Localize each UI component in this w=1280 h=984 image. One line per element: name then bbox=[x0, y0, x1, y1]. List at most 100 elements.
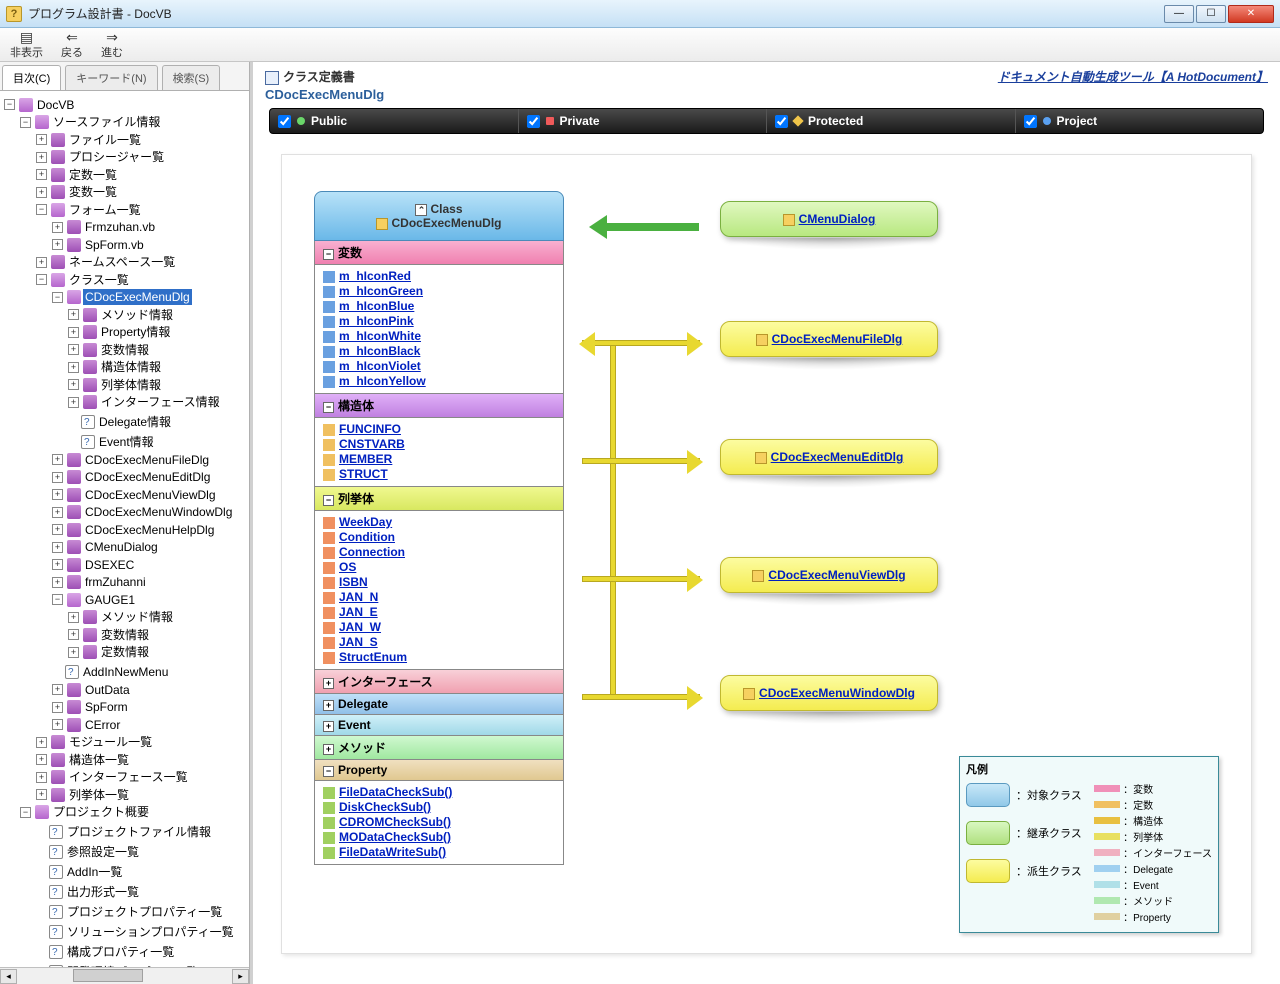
tree-struct-list[interactable]: +構造体一覧 bbox=[36, 752, 131, 768]
tree-spform[interactable]: +SpForm.vb bbox=[52, 237, 146, 253]
derived-class-link[interactable]: CDocExecMenuViewDlg bbox=[768, 568, 905, 582]
filter-public-checkbox[interactable] bbox=[278, 115, 291, 128]
member-link[interactable]: ISBN bbox=[323, 575, 555, 590]
member-link[interactable]: CNSTVARB bbox=[323, 437, 555, 452]
section-event-header[interactable]: +Event bbox=[314, 715, 564, 736]
tree-addin-list[interactable]: AddIn一覧 bbox=[36, 864, 124, 880]
member-link[interactable]: JAN_N bbox=[323, 590, 555, 605]
tree-module-list[interactable]: +モジュール一覧 bbox=[36, 734, 154, 750]
tree-output[interactable]: 出力形式一覧 bbox=[36, 884, 141, 900]
member-link[interactable]: DiskCheckSub() bbox=[323, 800, 555, 815]
scroll-right-button[interactable]: ▸ bbox=[232, 969, 249, 984]
section-iface-header[interactable]: +インターフェース bbox=[314, 670, 564, 694]
section-method-header[interactable]: +メソッド bbox=[314, 736, 564, 760]
member-link[interactable]: m_hIconBlack bbox=[323, 344, 555, 359]
sidebar-hscroll[interactable]: ◂ ▸ bbox=[0, 967, 249, 984]
member-link[interactable]: JAN_W bbox=[323, 620, 555, 635]
section-property-header[interactable]: −Property bbox=[314, 760, 564, 781]
member-link[interactable]: FileDataWriteSub() bbox=[323, 845, 555, 860]
tree-proj-file[interactable]: プロジェクトファイル情報 bbox=[36, 824, 213, 840]
parent-class-link[interactable]: CMenuDialog bbox=[799, 212, 876, 226]
tree-source-info[interactable]: −ソースファイル情報 bbox=[20, 114, 162, 130]
tab-contents[interactable]: 目次(C) bbox=[2, 65, 61, 90]
tool-link[interactable]: ドキュメント自動生成ツール【A HotDocument】 bbox=[998, 68, 1268, 85]
filter-public[interactable]: Public bbox=[270, 109, 519, 133]
tree-event-info[interactable]: Event情報 bbox=[68, 434, 156, 450]
tree-addin[interactable]: AddInNewMenu bbox=[52, 664, 170, 680]
forward-button[interactable]: ⇒進む bbox=[101, 30, 123, 60]
derived-class-link[interactable]: CDocExecMenuFileDlg bbox=[772, 332, 903, 346]
tree-sol-prop[interactable]: ソリューションプロパティ一覧 bbox=[36, 924, 236, 940]
tree-class-file[interactable]: +CDocExecMenuFileDlg bbox=[52, 452, 211, 468]
member-link[interactable]: FileDataCheckSub() bbox=[323, 785, 555, 800]
back-button[interactable]: ⇐戻る bbox=[61, 30, 83, 60]
tree-class-window[interactable]: +CDocExecMenuWindowDlg bbox=[52, 504, 234, 520]
member-link[interactable]: StructEnum bbox=[323, 650, 555, 665]
tree-selected-class[interactable]: −CDocExecMenuDlg bbox=[52, 289, 192, 305]
member-link[interactable]: OS bbox=[323, 560, 555, 575]
tree-ref-set[interactable]: 参照設定一覧 bbox=[36, 844, 141, 860]
tree-cerror[interactable]: +CError bbox=[52, 717, 122, 733]
member-link[interactable]: m_hIconRed bbox=[323, 269, 555, 284]
tree-project[interactable]: −プロジェクト概要 bbox=[20, 804, 151, 820]
member-link[interactable]: JAN_S bbox=[323, 635, 555, 650]
tree-file-list[interactable]: +ファイル一覧 bbox=[36, 132, 143, 148]
member-link[interactable]: WeekDay bbox=[323, 515, 555, 530]
member-link[interactable]: m_hIconYellow bbox=[323, 374, 555, 389]
tree-delegate-info[interactable]: Delegate情報 bbox=[68, 414, 173, 430]
tree-root[interactable]: −DocVB bbox=[4, 97, 76, 113]
member-link[interactable]: CDROMCheckSub() bbox=[323, 815, 555, 830]
tree-class-view[interactable]: +CDocExecMenuViewDlg bbox=[52, 487, 218, 503]
tree-cmenudialog[interactable]: +CMenuDialog bbox=[52, 539, 160, 555]
tree-cfg-prop[interactable]: 構成プロパティ一覧 bbox=[36, 944, 176, 960]
filter-project-checkbox[interactable] bbox=[1024, 115, 1037, 128]
member-link[interactable]: m_hIconBlue bbox=[323, 299, 555, 314]
section-delegate-header[interactable]: +Delegate bbox=[314, 694, 564, 715]
tree-dsexec[interactable]: +DSEXEC bbox=[52, 557, 136, 573]
tree-frmzuhan[interactable]: +Frmzuhan.vb bbox=[52, 219, 157, 235]
section-vars-header[interactable]: −変数 bbox=[314, 241, 564, 265]
member-link[interactable]: m_hIconViolet bbox=[323, 359, 555, 374]
maximize-button[interactable]: ☐ bbox=[1196, 5, 1226, 23]
tree-ns-list[interactable]: +ネームスペース一覧 bbox=[36, 254, 177, 270]
member-link[interactable]: Connection bbox=[323, 545, 555, 560]
filter-project[interactable]: Project bbox=[1016, 109, 1264, 133]
tab-search[interactable]: 検索(S) bbox=[162, 65, 221, 90]
filter-private-checkbox[interactable] bbox=[527, 115, 540, 128]
derived-class-link[interactable]: CDocExecMenuWindowDlg bbox=[759, 686, 915, 700]
member-link[interactable]: m_hIconWhite bbox=[323, 329, 555, 344]
tree-g-method[interactable]: +メソッド情報 bbox=[68, 609, 175, 625]
filter-protected[interactable]: Protected bbox=[767, 109, 1016, 133]
member-link[interactable]: JAN_E bbox=[323, 605, 555, 620]
tree-class-edit[interactable]: +CDocExecMenuEditDlg bbox=[52, 469, 212, 485]
section-structs-header[interactable]: −構造体 bbox=[314, 394, 564, 418]
tree-outdata[interactable]: +OutData bbox=[52, 682, 132, 698]
member-link[interactable]: MODataCheckSub() bbox=[323, 830, 555, 845]
member-link[interactable]: m_hIconGreen bbox=[323, 284, 555, 299]
filter-private[interactable]: Private bbox=[519, 109, 768, 133]
tree-var-info[interactable]: +変数情報 bbox=[68, 342, 151, 358]
tree-class-list[interactable]: −クラス一覧 bbox=[36, 272, 131, 288]
scroll-thumb[interactable] bbox=[73, 969, 143, 982]
tab-keyword[interactable]: キーワード(N) bbox=[65, 65, 157, 90]
scroll-left-button[interactable]: ◂ bbox=[0, 969, 17, 984]
collapse-all-icon[interactable]: ⌃ bbox=[415, 204, 427, 216]
member-link[interactable]: STRUCT bbox=[323, 467, 555, 482]
tree-iface-info[interactable]: +インターフェース情報 bbox=[68, 394, 222, 410]
tree-var-list[interactable]: +変数一覧 bbox=[36, 184, 119, 200]
close-button[interactable]: ✕ bbox=[1228, 5, 1274, 23]
member-link[interactable]: Condition bbox=[323, 530, 555, 545]
tree-property-info[interactable]: +Property情報 bbox=[68, 324, 172, 340]
tree-g-const[interactable]: +定数情報 bbox=[68, 644, 151, 660]
tree-iface-list[interactable]: +インターフェース一覧 bbox=[36, 769, 190, 785]
tree-class-help[interactable]: +CDocExecMenuHelpDlg bbox=[52, 522, 216, 538]
tree-enum-list[interactable]: +列挙体一覧 bbox=[36, 787, 131, 803]
minimize-button[interactable]: — bbox=[1164, 5, 1194, 23]
tree-proj-prop[interactable]: プロジェクトプロパティ一覧 bbox=[36, 904, 224, 920]
tree-g-var[interactable]: +変数情報 bbox=[68, 627, 151, 643]
member-link[interactable]: FUNCINFO bbox=[323, 422, 555, 437]
member-link[interactable]: m_hIconPink bbox=[323, 314, 555, 329]
member-link[interactable]: MEMBER bbox=[323, 452, 555, 467]
filter-protected-checkbox[interactable] bbox=[775, 115, 788, 128]
tree-const-list[interactable]: +定数一覧 bbox=[36, 167, 119, 183]
